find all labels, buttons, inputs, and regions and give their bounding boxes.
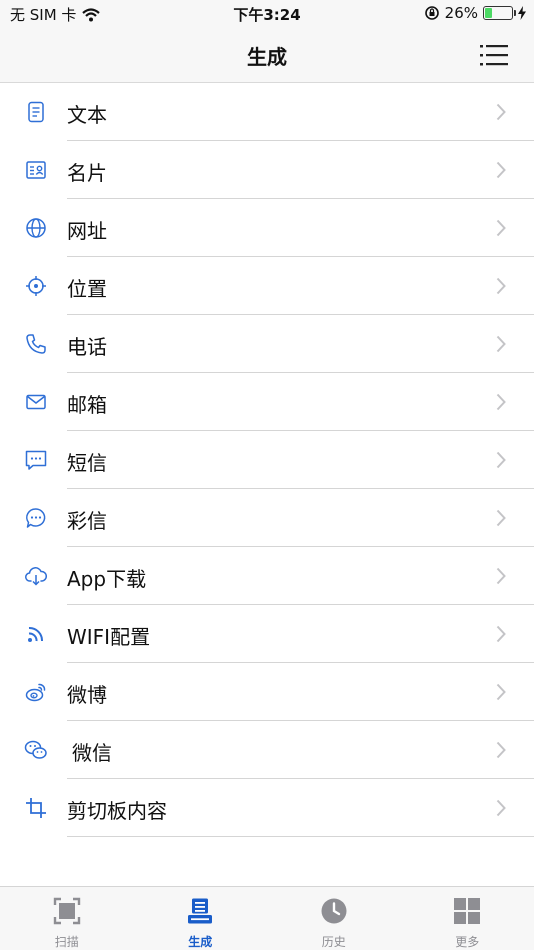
chat-bubble-icon — [26, 508, 46, 528]
chevron-right-icon — [496, 567, 506, 585]
list-item-label: 文本 — [67, 103, 107, 127]
tab-label: 扫描 — [54, 935, 79, 949]
tab-generate[interactable]: 生成 — [134, 887, 268, 950]
list-item-mms[interactable]: 彩信 — [0, 489, 534, 547]
generate-type-list: 文本 名片 网址 位置 电话 邮箱 短信 彩信 App下载 WIFI配置 微博 … — [0, 83, 534, 837]
crosshair-icon — [26, 276, 46, 296]
chevron-right-icon — [496, 509, 506, 527]
list-item-phone[interactable]: 电话 — [0, 315, 534, 373]
clock-icon — [321, 898, 347, 924]
chevron-right-icon — [496, 451, 506, 469]
chevron-right-icon — [496, 741, 506, 759]
tab-label: 更多 — [455, 935, 480, 949]
chevron-right-icon — [496, 277, 506, 295]
message-icon — [25, 450, 47, 470]
status-bar: 无 SIM 卡 下午3:24 26% — [0, 0, 534, 28]
battery-percent: 26% — [444, 4, 478, 22]
charging-bolt-icon — [518, 6, 526, 20]
globe-icon — [26, 218, 46, 238]
chevron-right-icon — [496, 393, 506, 411]
list-item-weibo[interactable]: 微博 — [0, 663, 534, 721]
cloud-download-icon — [25, 567, 48, 586]
list-item-label: 彩信 — [67, 509, 107, 533]
list-item-sms[interactable]: 短信 — [0, 431, 534, 489]
tab-history[interactable]: 历史 — [267, 887, 401, 950]
chevron-right-icon — [496, 161, 506, 179]
list-item-label: App下载 — [67, 567, 147, 591]
status-right: 26% — [424, 4, 526, 22]
chevron-right-icon — [496, 799, 506, 817]
list-item-label: 微博 — [67, 683, 107, 707]
chevron-right-icon — [496, 219, 506, 237]
list-item-label: 剪切板内容 — [67, 799, 167, 823]
list-item-label: 邮箱 — [67, 393, 107, 417]
list-item-email[interactable]: 邮箱 — [0, 373, 534, 431]
row-divider — [67, 836, 534, 837]
chevron-right-icon — [496, 683, 506, 701]
list-item-label: 位置 — [67, 277, 107, 301]
list-item-text[interactable]: 文本 — [0, 83, 534, 141]
battery-fill — [485, 8, 492, 18]
tab-scan[interactable]: 扫描 — [0, 887, 134, 950]
orientation-lock-icon — [424, 6, 439, 20]
tab-label: 历史 — [321, 935, 346, 949]
mail-icon — [26, 394, 46, 410]
list-item-label: 电话 — [67, 335, 107, 359]
grid-icon — [454, 898, 481, 924]
list-item-url[interactable]: 网址 — [0, 199, 534, 257]
wifi-icon — [28, 626, 44, 642]
list-item-wechat[interactable]: 微信 — [0, 721, 534, 779]
list-item-label: 短信 — [67, 451, 107, 475]
list-item-label: 网址 — [67, 219, 107, 243]
contact-card-icon — [26, 161, 46, 179]
phone-icon — [26, 334, 46, 354]
document-icon — [28, 101, 44, 123]
weibo-icon — [25, 683, 46, 702]
generate-icon — [188, 898, 213, 924]
list-item-location[interactable]: 位置 — [0, 257, 534, 315]
list-item-label: 微信 — [72, 741, 112, 765]
list-item-label: 名片 — [67, 161, 107, 185]
list-item-business-card[interactable]: 名片 — [0, 141, 534, 199]
nav-bar: 生成 — [0, 28, 534, 83]
scan-icon — [53, 897, 80, 925]
list-menu-icon[interactable] — [480, 44, 508, 66]
wechat-icon — [24, 740, 47, 759]
tab-bar: 扫描 生成 历史 更多 — [0, 886, 534, 950]
battery-icon — [483, 6, 516, 20]
crop-icon — [26, 798, 46, 818]
tab-label: 生成 — [188, 935, 213, 949]
list-item-clipboard[interactable]: 剪切板内容 — [0, 779, 534, 837]
page-title: 生成 — [247, 45, 287, 69]
list-item-label: WIFI配置 — [67, 625, 151, 649]
chevron-right-icon — [496, 103, 506, 121]
tab-more[interactable]: 更多 — [401, 887, 534, 950]
chevron-right-icon — [496, 335, 506, 353]
list-item-app-download[interactable]: App下载 — [0, 547, 534, 605]
chevron-right-icon — [496, 625, 506, 643]
list-item-wifi-config[interactable]: WIFI配置 — [0, 605, 534, 663]
